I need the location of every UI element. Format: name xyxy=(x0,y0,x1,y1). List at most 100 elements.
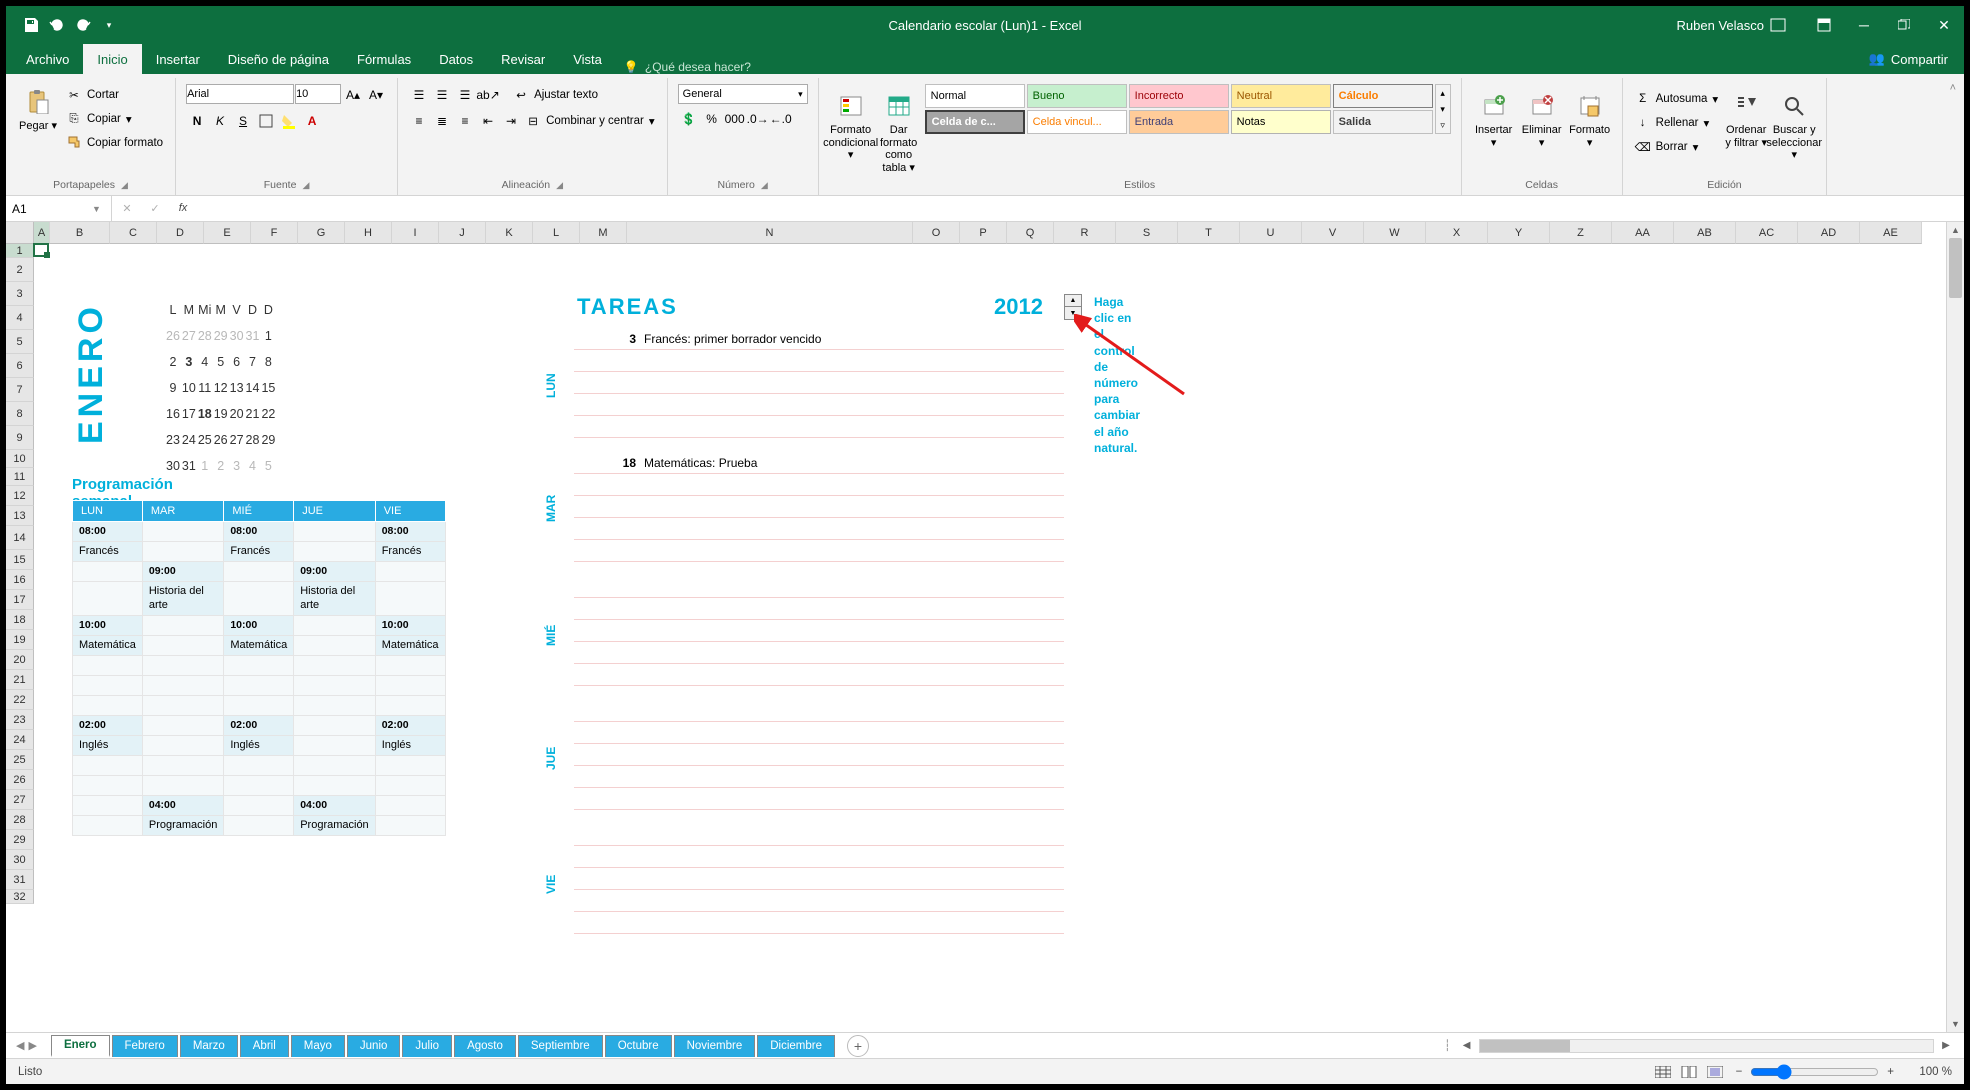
align-top-icon[interactable]: ☰ xyxy=(408,84,430,106)
cell-style-item[interactable]: Incorrecto xyxy=(1129,84,1229,108)
row-header[interactable]: 6 xyxy=(6,354,34,378)
enter-formula-icon[interactable]: ✓ xyxy=(146,202,164,215)
ribbon-tab-vista[interactable]: Vista xyxy=(559,44,616,74)
align-center-icon[interactable]: ≣ xyxy=(431,110,453,132)
row-header[interactable]: 11 xyxy=(6,468,34,486)
save-icon[interactable] xyxy=(18,12,44,38)
row-header[interactable]: 14 xyxy=(6,526,34,550)
row-header[interactable]: 17 xyxy=(6,590,34,610)
scroll-thumb[interactable] xyxy=(1949,238,1962,298)
clear-button[interactable]: ⌫Borrar ▾ xyxy=(1633,136,1721,158)
cell-style-item[interactable]: Celda vincul... xyxy=(1027,110,1127,134)
row-header[interactable]: 28 xyxy=(6,810,34,830)
sheet-tab[interactable]: Octubre xyxy=(605,1035,672,1057)
zoom-out-icon[interactable]: − xyxy=(1736,1066,1743,1078)
row-header[interactable]: 4 xyxy=(6,306,34,330)
number-format-combo[interactable]: General▾ xyxy=(678,84,808,104)
spinner-down-icon[interactable]: ▼ xyxy=(1065,307,1081,319)
sheet-tab[interactable]: Febrero xyxy=(112,1035,178,1057)
align-left-icon[interactable]: ≡ xyxy=(408,110,430,132)
cell-styles-gallery[interactable]: NormalBuenoIncorrectoNeutralCálculoCelda… xyxy=(925,84,1433,134)
redo-icon[interactable] xyxy=(70,12,96,38)
column-header[interactable]: T xyxy=(1178,222,1240,244)
sheet-tab[interactable]: Noviembre xyxy=(674,1035,756,1057)
column-header[interactable]: N xyxy=(627,222,913,244)
cell-style-item[interactable]: Neutral xyxy=(1231,84,1331,108)
formula-input[interactable] xyxy=(198,196,1964,221)
copy-button[interactable]: ⎘Copiar ▾ xyxy=(64,108,165,130)
maximize-button[interactable] xyxy=(1884,6,1924,44)
tell-me-search[interactable]: 💡¿Qué desea hacer? xyxy=(624,60,751,74)
find-select-button[interactable]: Buscar y seleccionar ▾ xyxy=(1772,84,1816,162)
increase-decimal-icon[interactable]: .0→ xyxy=(747,108,769,130)
percent-icon[interactable]: % xyxy=(701,108,723,130)
year-spinner[interactable]: ▲ ▼ xyxy=(1064,294,1082,320)
collapse-ribbon-icon[interactable]: ˄ xyxy=(1950,78,1964,195)
sheet-tab[interactable]: Agosto xyxy=(454,1035,516,1057)
column-header[interactable]: AC xyxy=(1736,222,1798,244)
qat-customize-icon[interactable]: ▾ xyxy=(96,12,122,38)
align-bottom-icon[interactable]: ☰ xyxy=(454,84,476,106)
close-button[interactable]: ✕ xyxy=(1924,6,1964,44)
row-header[interactable]: 18 xyxy=(6,610,34,630)
user-name[interactable]: Ruben Velasco xyxy=(1677,17,1786,33)
sheet-tab[interactable]: Enero xyxy=(51,1035,110,1057)
row-header[interactable]: 16 xyxy=(6,570,34,590)
fill-button[interactable]: ↓Rellenar ▾ xyxy=(1633,112,1721,134)
column-header[interactable]: V xyxy=(1302,222,1364,244)
page-layout-view-icon[interactable] xyxy=(1676,1062,1702,1082)
column-header[interactable]: Z xyxy=(1550,222,1612,244)
column-header[interactable]: Y xyxy=(1488,222,1550,244)
column-header[interactable]: Q xyxy=(1007,222,1054,244)
hscroll-left-icon[interactable]: ◀ xyxy=(1459,1040,1475,1051)
horizontal-scrollbar[interactable]: ┆ ◀ ▶ xyxy=(1444,1039,1964,1053)
currency-icon[interactable]: 💲 xyxy=(678,108,700,130)
ribbon-display-icon[interactable] xyxy=(1804,6,1844,44)
column-header[interactable]: O xyxy=(913,222,960,244)
row-header[interactable]: 30 xyxy=(6,850,34,870)
increase-font-icon[interactable]: A▴ xyxy=(342,84,364,106)
row-header[interactable]: 23 xyxy=(6,710,34,730)
row-header[interactable]: 31 xyxy=(6,870,34,890)
sheet-tab[interactable]: Septiembre xyxy=(518,1035,603,1057)
zoom-level[interactable]: 100 % xyxy=(1902,1066,1952,1078)
column-header[interactable]: U xyxy=(1240,222,1302,244)
row-header[interactable]: 3 xyxy=(6,282,34,306)
vertical-scrollbar[interactable]: ▲ ▼ xyxy=(1946,222,1964,1032)
format-painter-button[interactable]: Copiar formato xyxy=(64,132,165,154)
column-header[interactable]: L xyxy=(533,222,580,244)
select-all-corner[interactable] xyxy=(6,222,34,244)
underline-button[interactable]: S xyxy=(232,110,254,132)
column-header[interactable]: K xyxy=(486,222,533,244)
row-header[interactable]: 21 xyxy=(6,670,34,690)
conditional-format-button[interactable]: Formato condicional ▾ xyxy=(829,84,873,162)
name-box[interactable]: ▼ xyxy=(6,196,112,221)
cell-style-item[interactable]: Cálculo xyxy=(1333,84,1433,108)
column-header[interactable]: AB xyxy=(1674,222,1736,244)
insert-cells-button[interactable]: Insertar ▾ xyxy=(1472,84,1516,149)
font-name-combo[interactable] xyxy=(186,84,294,104)
align-middle-icon[interactable]: ☰ xyxy=(431,84,453,106)
scroll-down-icon[interactable]: ▼ xyxy=(1947,1016,1964,1032)
minimize-button[interactable]: ─ xyxy=(1844,6,1884,44)
cancel-formula-icon[interactable]: ✕ xyxy=(118,202,136,215)
cell-style-item[interactable]: Normal xyxy=(925,84,1025,108)
ribbon-tab-datos[interactable]: Datos xyxy=(425,44,487,74)
decrease-decimal-icon[interactable]: ←.0 xyxy=(770,108,792,130)
column-header[interactable]: I xyxy=(392,222,439,244)
sheet-tab[interactable]: Diciembre xyxy=(757,1035,835,1057)
column-header[interactable]: J xyxy=(439,222,486,244)
font-size-combo[interactable] xyxy=(295,84,341,104)
row-header[interactable]: 22 xyxy=(6,690,34,710)
row-header[interactable]: 25 xyxy=(6,750,34,770)
column-header[interactable]: X xyxy=(1426,222,1488,244)
row-header[interactable]: 29 xyxy=(6,830,34,850)
row-header[interactable]: 8 xyxy=(6,402,34,426)
column-header[interactable]: C xyxy=(110,222,157,244)
new-sheet-button[interactable]: + xyxy=(847,1035,869,1057)
row-header[interactable]: 15 xyxy=(6,550,34,570)
thousands-icon[interactable]: 000 xyxy=(724,108,746,130)
format-as-table-button[interactable]: Dar formato como tabla ▾ xyxy=(877,84,921,175)
ribbon-tab-fórmulas[interactable]: Fórmulas xyxy=(343,44,425,74)
column-header[interactable]: B xyxy=(50,222,110,244)
